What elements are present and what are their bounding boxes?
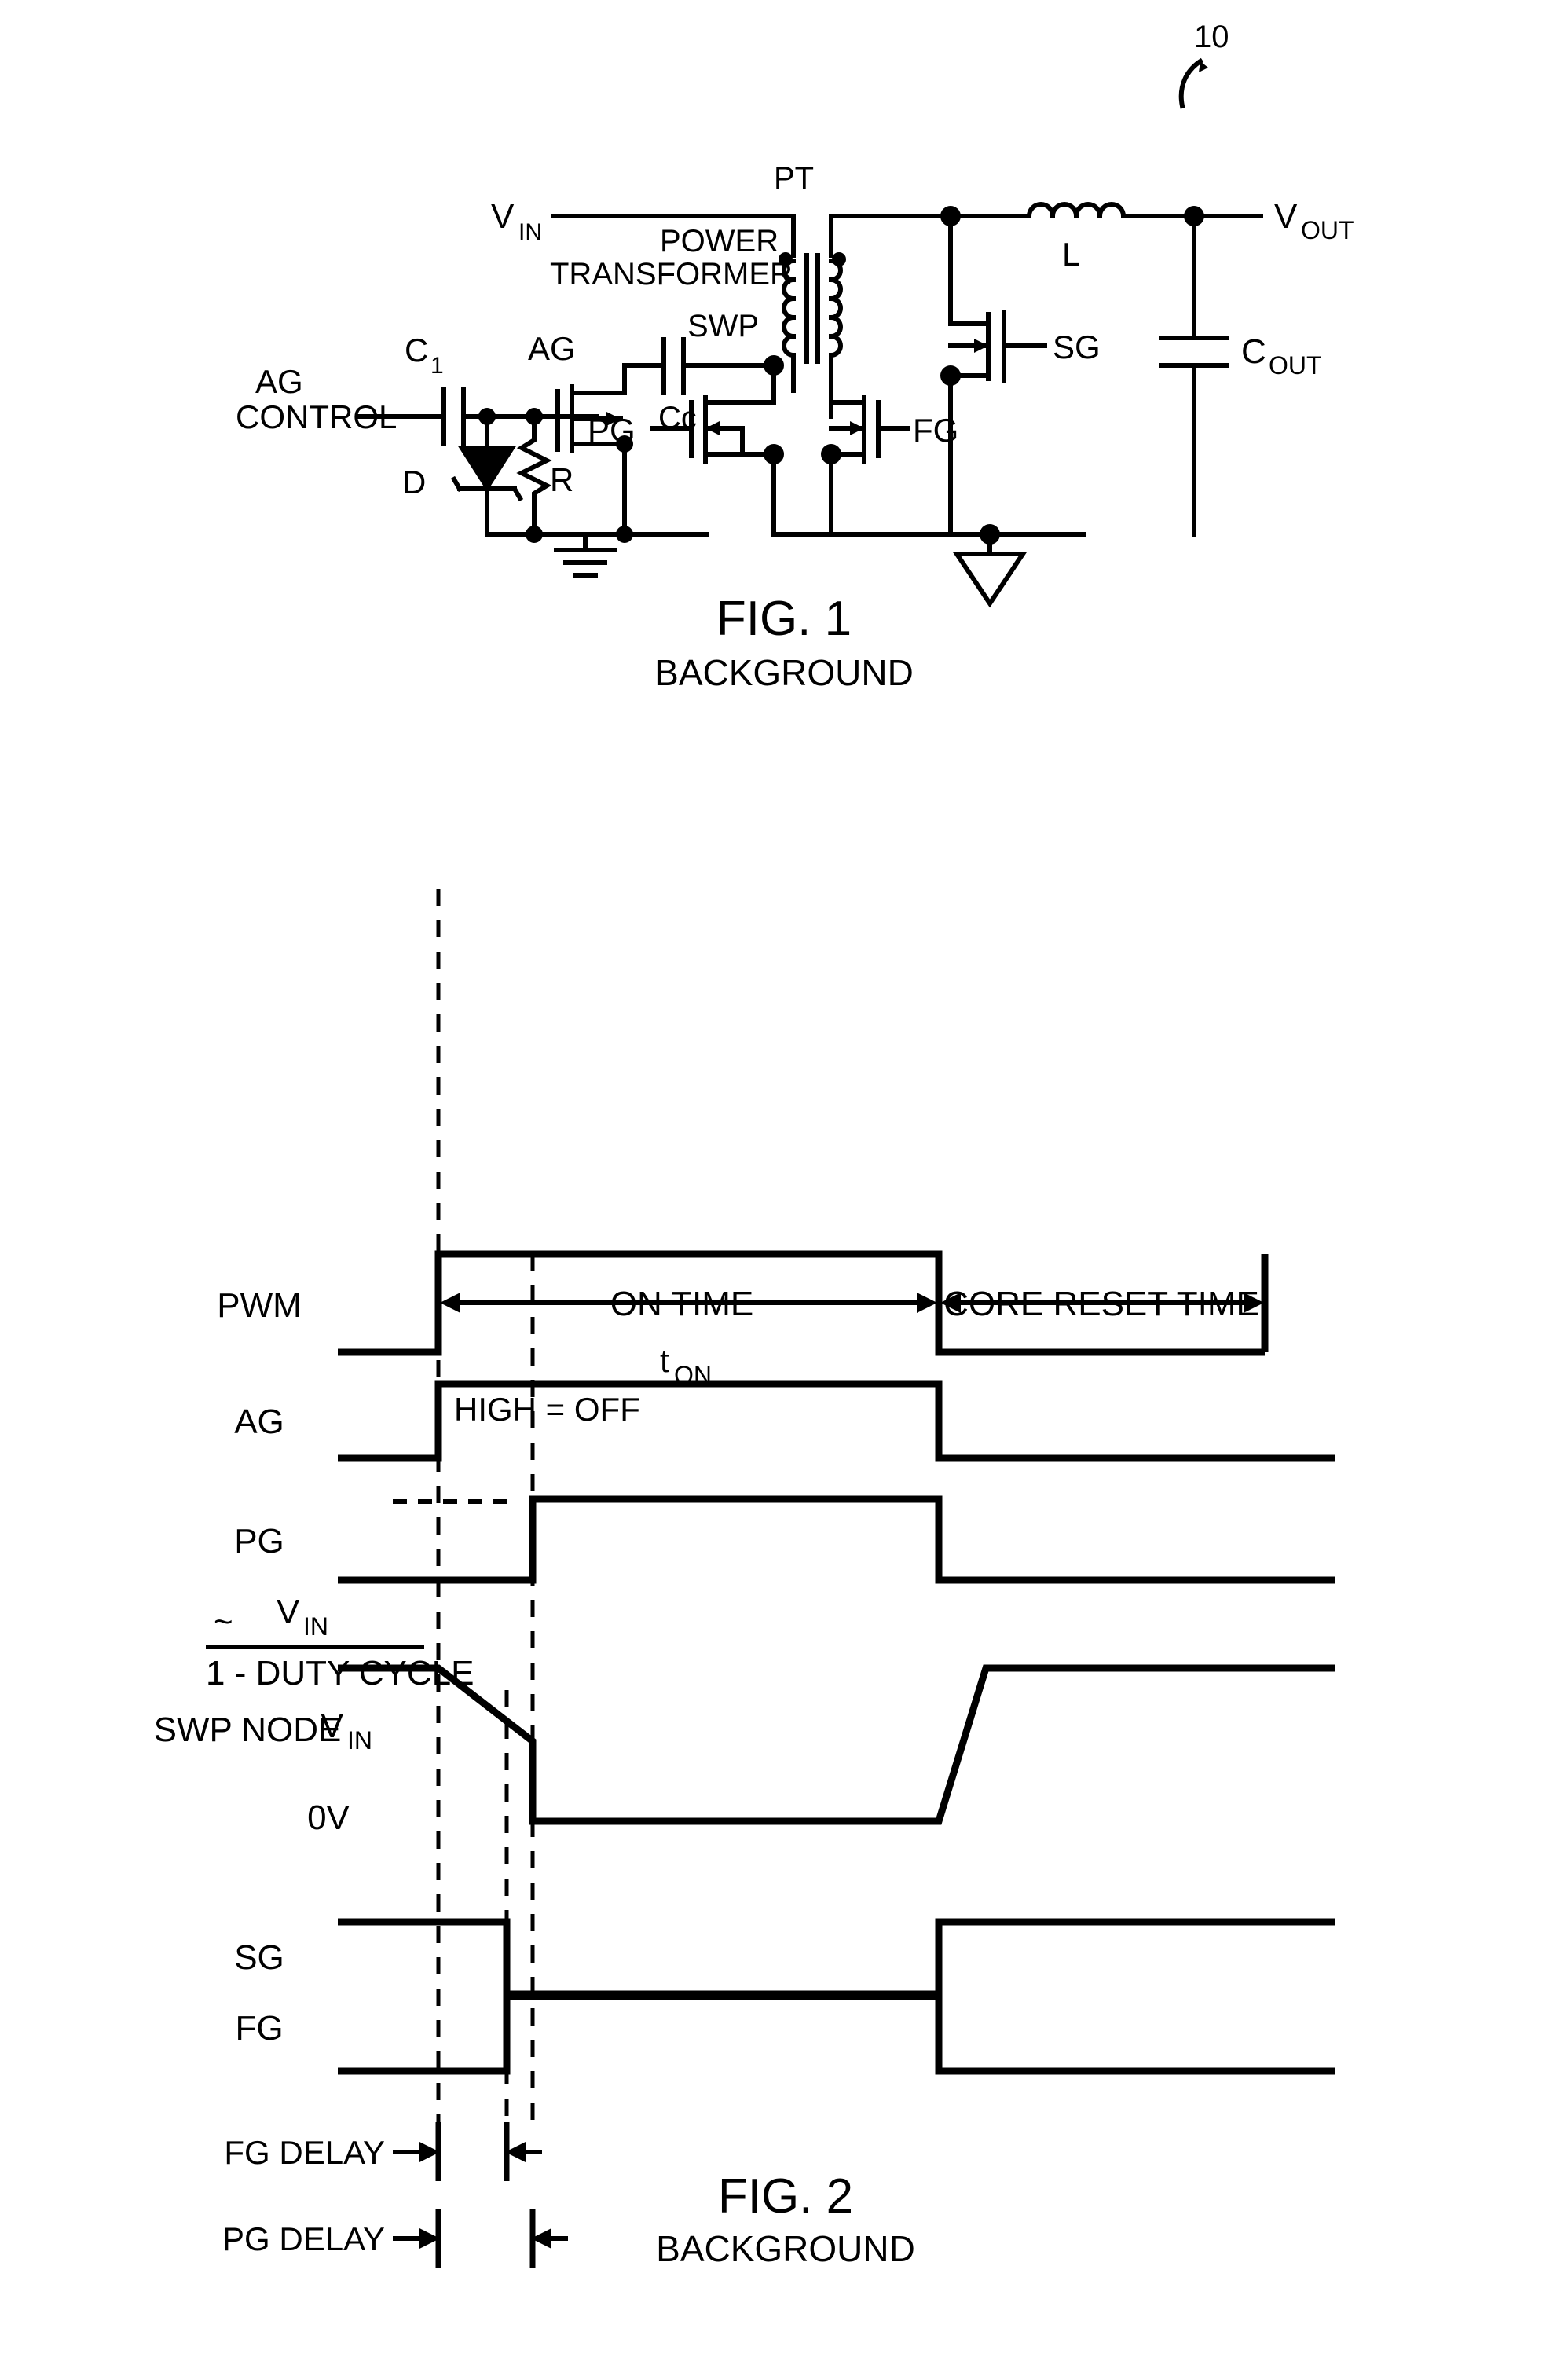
ag-mosfet-drain-lead (570, 363, 627, 395)
ag-mosfet-source-lead (570, 442, 627, 537)
annotation-frac-denominator: 1 - DUTY CYCLE (206, 1654, 474, 1692)
row-label-sg: SG (234, 1938, 284, 1977)
node-sg-source (940, 365, 961, 386)
time-marker-lines (436, 889, 535, 2134)
figure-2-labels: PWM AG PG SWP NODE SG FG ON TIME t ON CO… (154, 1285, 1259, 2269)
label-c1: C (405, 332, 428, 368)
waveform-pg (338, 1495, 1335, 1584)
annotation-vin-level-subscript: IN (347, 1726, 372, 1754)
label-ag-control-line1: AG (255, 363, 303, 400)
waveform-sg (338, 1918, 1335, 1998)
node-pg-source (764, 444, 784, 464)
waveform-swp-node (338, 1664, 1335, 1825)
annotation-vin-level: V (321, 1707, 344, 1745)
label-vout: V (1274, 197, 1298, 236)
row-label-pg: PG (234, 1522, 284, 1560)
secondary-polarity-dot (832, 252, 846, 266)
annotation-t-on-subscript: ON (674, 1361, 712, 1389)
label-sg: SG (1053, 328, 1101, 365)
figure-1-circuit-schematic: 10 V IN PT POWER TRANSFORMER SWP AG CONT… (236, 20, 1354, 693)
label-c1-subscript: 1 (430, 353, 444, 379)
label-r: R (550, 461, 573, 498)
label-vout-subscript: OUT (1301, 216, 1354, 244)
fg-source-lead (829, 452, 866, 537)
label-cout: C (1241, 332, 1266, 371)
figure-2-timing-diagram: PWM AG PG SWP NODE SG FG ON TIME t ON CO… (154, 889, 1335, 2269)
diode-d-triangle (457, 446, 517, 492)
waveform-fg (338, 1993, 1335, 2075)
inductor-coil (1026, 202, 1127, 219)
power-ground-triangle (952, 552, 1028, 608)
label-fg: FG (913, 412, 958, 449)
reference-arrow-head (1199, 61, 1208, 72)
annotation-high-off: HIGH = OFF (454, 1391, 640, 1428)
annotation-frac-numerator: V (277, 1593, 300, 1631)
label-power: POWER (660, 224, 779, 258)
row-label-swp-node: SWP NODE (154, 1710, 342, 1749)
node-r-bottom (526, 526, 543, 543)
row-label-pwm: PWM (217, 1286, 302, 1325)
annotation-pg-delay: PG DELAY (222, 2220, 385, 2257)
figure-2-caption: FIG. 2 (718, 2169, 853, 2224)
pg-delay-measure (393, 2209, 568, 2268)
transformer-core (804, 253, 820, 364)
sg-drain-lead (948, 214, 991, 326)
label-ag-mosfet: AG (528, 330, 576, 367)
figure-1-caption: FIG. 1 (716, 592, 852, 646)
fg-delay-measure (393, 2122, 542, 2181)
annotation-zero-v: 0V (307, 1798, 350, 1837)
label-d: D (402, 464, 426, 500)
figure-1-subcaption: BACKGROUND (654, 652, 914, 693)
label-pt: PT (774, 161, 814, 196)
figure-2-subcaption: BACKGROUND (656, 2228, 915, 2269)
label-swp: SWP (687, 309, 759, 343)
pg-source-lead (703, 452, 776, 537)
reference-numeral-10: 10 (1194, 20, 1229, 54)
row-label-fg: FG (235, 2009, 283, 2048)
secondary-top-lead (829, 214, 953, 258)
annotation-core-reset-time: CORE RESET TIME (943, 1285, 1259, 1323)
annotation-t-on: t (660, 1342, 669, 1379)
annotation-on-time: ON TIME (610, 1285, 754, 1323)
label-cout-subscript: OUT (1269, 351, 1322, 380)
node-fg-source (821, 444, 841, 464)
reference-arrow (1178, 57, 1204, 109)
annotation-fg-delay: FG DELAY (224, 2134, 385, 2171)
diode-d-zener-tick-right (511, 485, 524, 502)
label-ag-control-line2: CONTROL (236, 398, 397, 435)
swp-level-reference-lines (393, 1499, 515, 1582)
diode-d-zener-tick-left (450, 475, 463, 493)
patent-drawing-sheet: 10 V IN PT POWER TRANSFORMER SWP AG CONT… (0, 0, 1568, 2354)
annotation-frac-numerator-subscript: IN (303, 1612, 328, 1641)
label-pg: PG (588, 412, 636, 449)
transformer-secondary-winding (828, 258, 843, 358)
row-label-ag: AG (234, 1402, 284, 1441)
label-vin: V (491, 197, 515, 236)
annotation-tilde: ~ (214, 1603, 233, 1640)
label-vin-subscript: IN (518, 219, 542, 245)
label-cc: Cc (658, 401, 697, 435)
resistor-r (516, 414, 552, 537)
label-transformer: TRANSFORMER (550, 257, 793, 292)
pg-body-arrow (703, 426, 745, 456)
label-l: L (1062, 236, 1080, 273)
sg-source-lead (948, 373, 991, 537)
